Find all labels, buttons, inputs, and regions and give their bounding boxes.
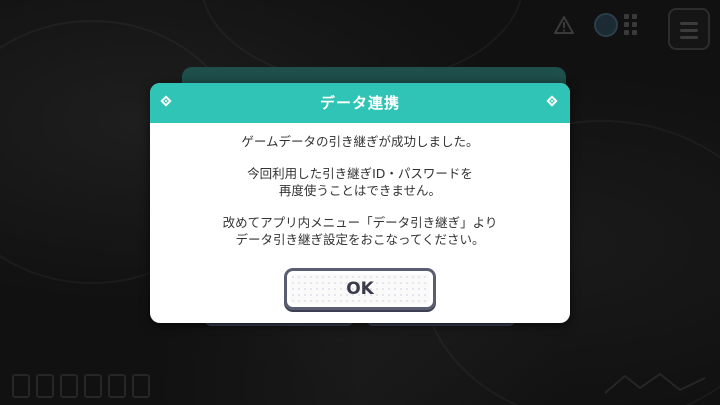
ok-button-label: OK — [346, 279, 374, 299]
message-line: 改めてアプリ内メニュー「データ引き継ぎ」より — [222, 215, 498, 230]
message-success: ゲームデータの引き継ぎが成功しました。 — [150, 133, 570, 150]
decoration-graphic — [604, 372, 706, 394]
dialog-header: データ連携 — [150, 83, 570, 123]
warning-icon[interactable] — [554, 16, 574, 34]
message-instruction: 改めてアプリ内メニュー「データ引き継ぎ」より データ引き継ぎ設定をおこなってくだ… — [150, 214, 570, 248]
message-line: 再度使うことはできません。 — [278, 183, 442, 198]
dialog-message: ゲームデータの引き継ぎが成功しました。 今回利用した引き継ぎID・パスワードを … — [150, 133, 570, 263]
hamburger-menu-icon[interactable] — [668, 8, 710, 50]
dialog-title: データ連携 — [319, 94, 400, 112]
message-line: ゲームデータの引き継ぎが成功しました。 — [241, 134, 479, 149]
screen: データ連携 ゲームデータの引き継ぎが成功しました。 今回利用した引き継ぎID・パ… — [0, 0, 720, 405]
message-notice: 今回利用した引き継ぎID・パスワードを 再度使うことはできません。 — [150, 165, 570, 199]
status-indicator-icon[interactable] — [594, 13, 618, 37]
bottom-toolbar — [6, 370, 266, 398]
grid-icon[interactable] — [622, 10, 656, 36]
ok-button[interactable]: OK — [284, 268, 436, 310]
message-line: 今回利用した引き継ぎID・パスワードを — [247, 166, 473, 181]
data-link-dialog: データ連携 ゲームデータの引き継ぎが成功しました。 今回利用した引き継ぎID・パ… — [150, 83, 570, 323]
message-line: データ引き継ぎ設定をおこなってください。 — [235, 232, 485, 247]
